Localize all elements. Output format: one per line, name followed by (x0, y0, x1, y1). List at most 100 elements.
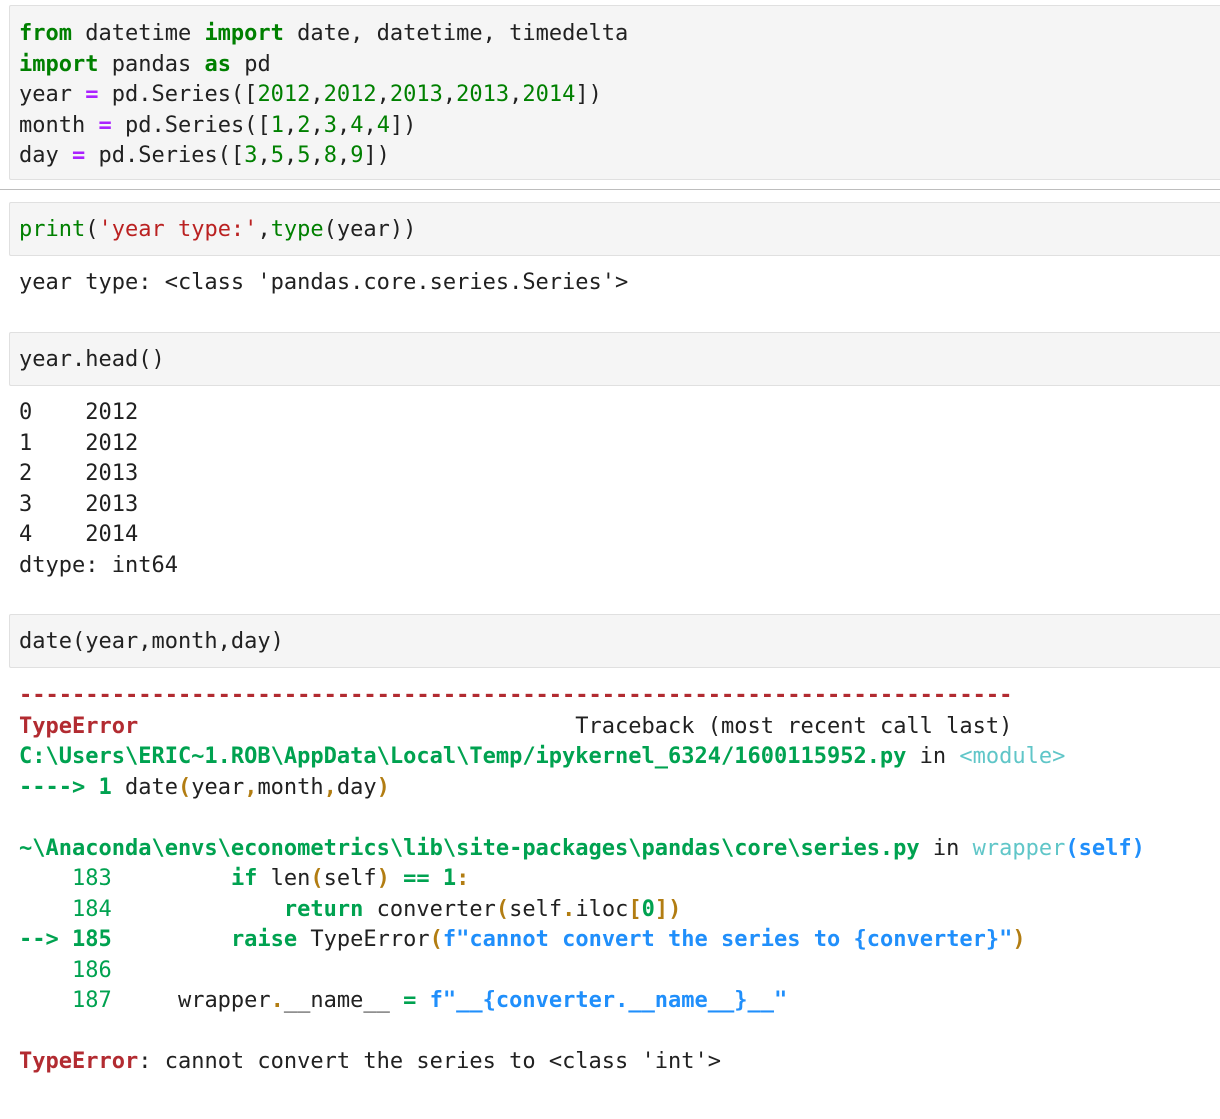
code-token: 184 (19, 896, 125, 922)
code-line: ~\Anaconda\envs\econometrics\lib\site-pa… (19, 834, 1214, 865)
code-token: ( (429, 927, 443, 952)
code-token: from (19, 21, 72, 46)
code-token: ]) (363, 143, 390, 168)
code-line: year.head() (19, 345, 1220, 376)
code-token: 2012 (257, 82, 311, 107)
code-line: TypeError: cannot convert the series to … (19, 1047, 1214, 1078)
code-line: 186 (19, 956, 1214, 987)
code-token: converter (363, 896, 496, 922)
code-token: 3 (323, 112, 337, 138)
code-token: == (403, 866, 430, 891)
code-token: self (323, 866, 377, 891)
code-line: C:\Users\ERIC~1.ROB\AppData\Local\Temp/i… (19, 742, 1214, 773)
code-token: ( (310, 866, 324, 891)
code-token: pd.Series([ (98, 82, 258, 107)
code-line: 1 2012 (19, 429, 1214, 460)
code-token: --> 185 (19, 927, 125, 952)
code-token: type (270, 217, 324, 242)
code-cell-4-input[interactable]: date(year,month,day) (9, 614, 1220, 668)
code-token: ]) (389, 112, 417, 138)
code-token: 2013 (456, 82, 510, 107)
code-token: . (270, 988, 284, 1013)
code-token: year.head() (19, 347, 165, 372)
code-token: 8 (323, 143, 337, 168)
code-token: ~\Anaconda\envs\econometrics\lib\site-pa… (19, 835, 920, 861)
code-token: ) (1012, 927, 1026, 952)
code-token: 2012 (323, 82, 377, 107)
code-token: datetime (71, 21, 205, 46)
code-token: , (363, 112, 377, 138)
code-token: date, datetime, timedelta (283, 21, 629, 46)
code-line: 0 2012 (19, 398, 1214, 429)
code-token: ) (376, 866, 390, 891)
code-cell-3-lines: year.head() (19, 345, 1220, 376)
code-line: ----------------------------------------… (19, 681, 1214, 712)
code-token: f"cannot convert the series to {converte… (442, 927, 1013, 952)
code-token: , (283, 143, 298, 168)
code-token: date (124, 774, 178, 800)
code-token: , (283, 112, 298, 138)
code-line: TypeError Traceback (most recent call la… (19, 712, 1214, 743)
code-line: dtype: int64 (19, 551, 1214, 582)
code-token: . (562, 896, 576, 922)
code-token: 0 (641, 896, 655, 922)
code-token: as (204, 51, 231, 77)
code-token: : (456, 866, 470, 891)
code-token: = (85, 82, 99, 107)
code-line: 183 if len(self) == 1: (19, 864, 1214, 895)
code-token: 3 (244, 143, 258, 168)
code-cell-4-traceback: ----------------------------------------… (19, 681, 1214, 1078)
code-token: , (336, 143, 351, 168)
code-token: return (283, 896, 364, 922)
code-token: pandas (98, 51, 205, 77)
code-line: month = pd.Series([1,2,3,4,4]) (19, 111, 1220, 142)
code-token: 4 (376, 112, 390, 138)
code-token: pd (230, 51, 271, 77)
code-token: 1 (442, 866, 457, 891)
code-token: day (336, 774, 377, 800)
code-token: __name__ (283, 988, 404, 1013)
code-token: date(year,month,day) (19, 629, 284, 654)
code-cell-1-input[interactable]: from datetime import date, datetime, tim… (9, 5, 1220, 180)
cell-separator (0, 189, 1220, 190)
code-token: ----------------------------------------… (19, 683, 1013, 708)
code-token: , (310, 143, 324, 168)
code-token: TypeError (19, 1049, 139, 1074)
code-cell-2-input[interactable]: print('year type:',type(year)) (9, 202, 1220, 256)
code-token: 4 2014 (19, 522, 139, 547)
code-token: (year)) (323, 217, 417, 242)
code-line: ----> 1 date(year,month,day) (19, 773, 1214, 804)
code-cell-1-lines: from datetime import date, datetime, tim… (19, 19, 1220, 172)
code-token: day (19, 143, 72, 168)
code-line: day = pd.Series([3,5,5,8,9]) (19, 141, 1220, 172)
code-line: print('year type:',type(year)) (19, 215, 1220, 246)
code-token: 4 (350, 112, 364, 138)
code-cell-2-lines: print('year type:',type(year)) (19, 215, 1220, 246)
code-cell-2-output: year type: <class 'pandas.core.series.Se… (19, 268, 1214, 299)
code-line: import pandas as pd (19, 50, 1220, 81)
code-cell-3-input[interactable]: year.head() (9, 332, 1220, 386)
code-token: pd.Series([ (111, 112, 271, 138)
code-token: 2013 (389, 82, 443, 107)
code-token: 3 2013 (19, 491, 139, 517)
code-line: 184 return converter(self.iloc[0]) (19, 895, 1214, 926)
code-token: wrapper (124, 988, 271, 1013)
code-token: ]) (575, 82, 602, 107)
code-line: date(year,month,day) (19, 627, 1220, 658)
code-token: ( (495, 896, 510, 922)
code-token: import (204, 21, 284, 46)
code-token: wrapper (972, 835, 1066, 861)
code-token: Traceback (most recent call last) (138, 713, 1013, 739)
code-line: 3 2013 (19, 490, 1214, 521)
code-token: TypeError (19, 713, 139, 739)
code-token: : cannot convert the series to <class 'i… (138, 1049, 722, 1074)
code-token: = (403, 988, 417, 1013)
code-token: dtype: int64 (19, 552, 178, 578)
code-token: 5 (270, 143, 284, 168)
code-token: iloc (575, 896, 629, 922)
